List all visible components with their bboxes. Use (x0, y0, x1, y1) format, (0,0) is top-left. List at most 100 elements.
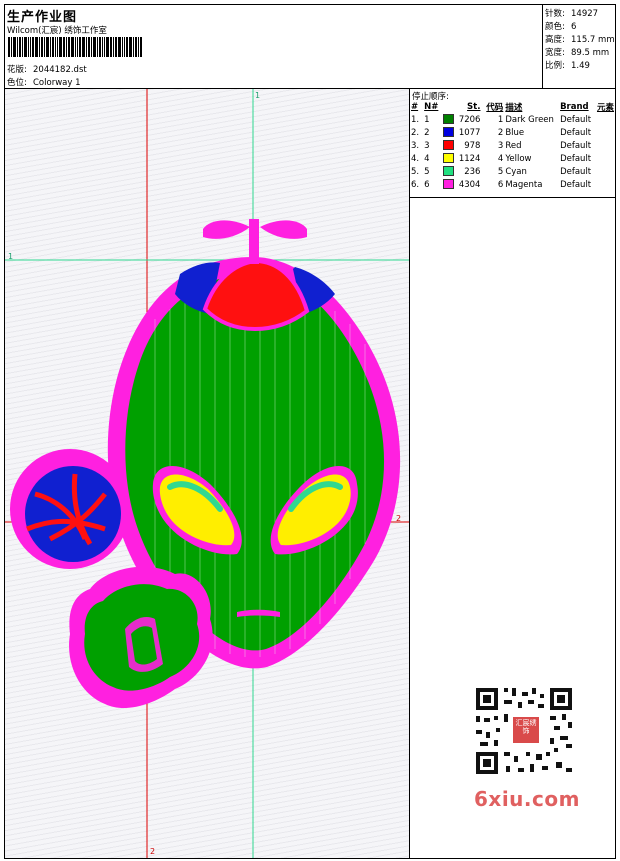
cell-stitches: 236 (464, 166, 481, 177)
cell-needle: 4 (424, 153, 430, 164)
propeller-stem (249, 219, 259, 264)
colorway-row: 色位: Colorway 1 (7, 76, 81, 88)
stat-label: 比例: (545, 61, 565, 71)
propeller-right (260, 220, 307, 239)
cell-brand: Default (560, 166, 592, 177)
cell-description: Blue (505, 127, 525, 138)
sheet-header: 生产作业图 Wilcom(汇宸) 绣饰工作室 花版: 2044182.dst 色… (5, 5, 543, 89)
cell-description: Dark Green (505, 114, 554, 125)
colorway-value: Colorway 1 (33, 78, 81, 88)
color-swatch-icon (443, 127, 455, 138)
site-watermark[interactable]: 6xiu.com (474, 787, 580, 811)
embroidery-design (5, 89, 409, 858)
stop-sequence-table: # N# St. 代码 描述 Brand 元素 1. 1 7206 1 Dark Gre… (410, 101, 615, 191)
cell-index: 1. (411, 114, 420, 125)
stat-width: 宽度: 89.5 mm (545, 46, 609, 58)
stat-value: 14927 (571, 9, 599, 19)
cell-element (596, 113, 615, 126)
col-index: # (411, 102, 419, 112)
color-swatch-icon (443, 166, 455, 177)
cell-swatch (442, 126, 457, 139)
design-label: 花版: (7, 65, 27, 75)
cell-brand: Default (560, 153, 592, 164)
stat-value: 115.7 mm (571, 35, 615, 45)
cell-stitches: 1077 (458, 127, 481, 138)
design-stats: 针数: 14927 颜色: 6 高度: 115.7 mm 宽度: 89.5 mm 比例:… (543, 5, 615, 89)
cell-brand: Default (560, 127, 592, 138)
table-row[interactable]: 1. 1 7206 1 Dark Green Default (410, 113, 615, 126)
cell-description: Cyan (505, 166, 527, 177)
cell-code: 5 (497, 166, 504, 177)
seal-stamp: 汇宸绣饰 (513, 717, 539, 743)
stat-label: 高度: (545, 35, 565, 45)
stat-label: 宽度: (545, 48, 565, 58)
guide-label-bottom: 2 (150, 847, 156, 856)
cell-index: 2. (411, 127, 420, 138)
cell-needle: 2 (424, 127, 430, 138)
stat-value: 89.5 mm (571, 48, 610, 58)
cell-element (596, 165, 615, 178)
cell-brand: Default (560, 114, 592, 125)
cell-element (596, 139, 615, 152)
cell-code: 2 (497, 127, 504, 138)
sheet-title: 生产作业图 (7, 10, 78, 25)
table-row[interactable]: 2. 2 1077 2 Blue Default (410, 126, 615, 139)
cell-stitches: 1124 (458, 153, 481, 164)
cell-element (596, 152, 615, 165)
col-element: 元素 (596, 103, 614, 113)
cell-needle: 6 (424, 179, 430, 190)
stat-colors: 颜色: 6 (545, 20, 576, 32)
cell-brand: Default (560, 140, 592, 151)
cell-swatch (442, 165, 457, 178)
design-preview[interactable]: 1 1 2 2 (5, 89, 410, 858)
table-row[interactable]: 5. 5 236 5 Cyan Default (410, 165, 615, 178)
cell-needle: 3 (424, 140, 430, 151)
col-stitches: St. (467, 102, 481, 112)
cell-index: 3. (411, 140, 420, 151)
design-value: 2044182.dst (33, 65, 87, 75)
col-needle: N# (424, 102, 439, 112)
cell-code: 1 (497, 114, 504, 125)
cell-swatch (442, 178, 457, 191)
col-description: 描述 (505, 103, 523, 113)
cell-element (596, 126, 615, 139)
col-brand: Brand (560, 102, 589, 112)
table-header-row: # N# St. 代码 描述 Brand 元素 (410, 101, 615, 113)
barcode-icon (8, 37, 142, 57)
table-divider (410, 197, 615, 198)
guide-label-left: 1 (8, 252, 14, 261)
company-name: Wilcom(汇宸) 绣饰工作室 (7, 26, 107, 36)
stat-label: 针数: (545, 9, 565, 19)
cell-index: 6. (411, 179, 420, 190)
stat-value: 1.49 (571, 61, 590, 71)
cell-stitches: 4304 (458, 179, 481, 190)
cell-description: Red (505, 140, 522, 151)
col-code: 代码 (486, 103, 504, 113)
cell-stitches: 978 (464, 140, 481, 151)
design-row: 花版: 2044182.dst (7, 63, 87, 75)
cell-swatch (442, 139, 457, 152)
cell-brand: Default (560, 179, 592, 190)
guide-label-right: 2 (396, 514, 402, 523)
cell-needle: 5 (424, 166, 430, 177)
cell-stitches: 7206 (458, 114, 481, 125)
stat-value: 6 (571, 22, 577, 32)
stat-height: 高度: 115.7 mm (545, 33, 615, 45)
cell-code: 6 (497, 179, 504, 190)
stat-scale: 比例: 1.49 (545, 59, 590, 71)
col-swatch (442, 101, 457, 113)
table-row[interactable]: 3. 3 978 3 Red Default (410, 139, 615, 152)
stat-stitches: 针数: 14927 (545, 7, 598, 19)
cell-index: 5. (411, 166, 420, 177)
table-row[interactable]: 4. 4 1124 4 Yellow Default (410, 152, 615, 165)
cell-index: 4. (411, 153, 420, 164)
propeller-left (203, 220, 250, 239)
table-row[interactable]: 6. 6 4304 6 Magenta Default (410, 178, 615, 191)
cell-element (596, 178, 615, 191)
stat-label: 颜色: (545, 22, 565, 32)
cell-description: Yellow (505, 153, 532, 164)
color-swatch-icon (443, 153, 455, 164)
cell-code: 4 (497, 153, 504, 164)
guide-label-top: 1 (255, 91, 261, 100)
colorway-label: 色位: (7, 78, 27, 88)
